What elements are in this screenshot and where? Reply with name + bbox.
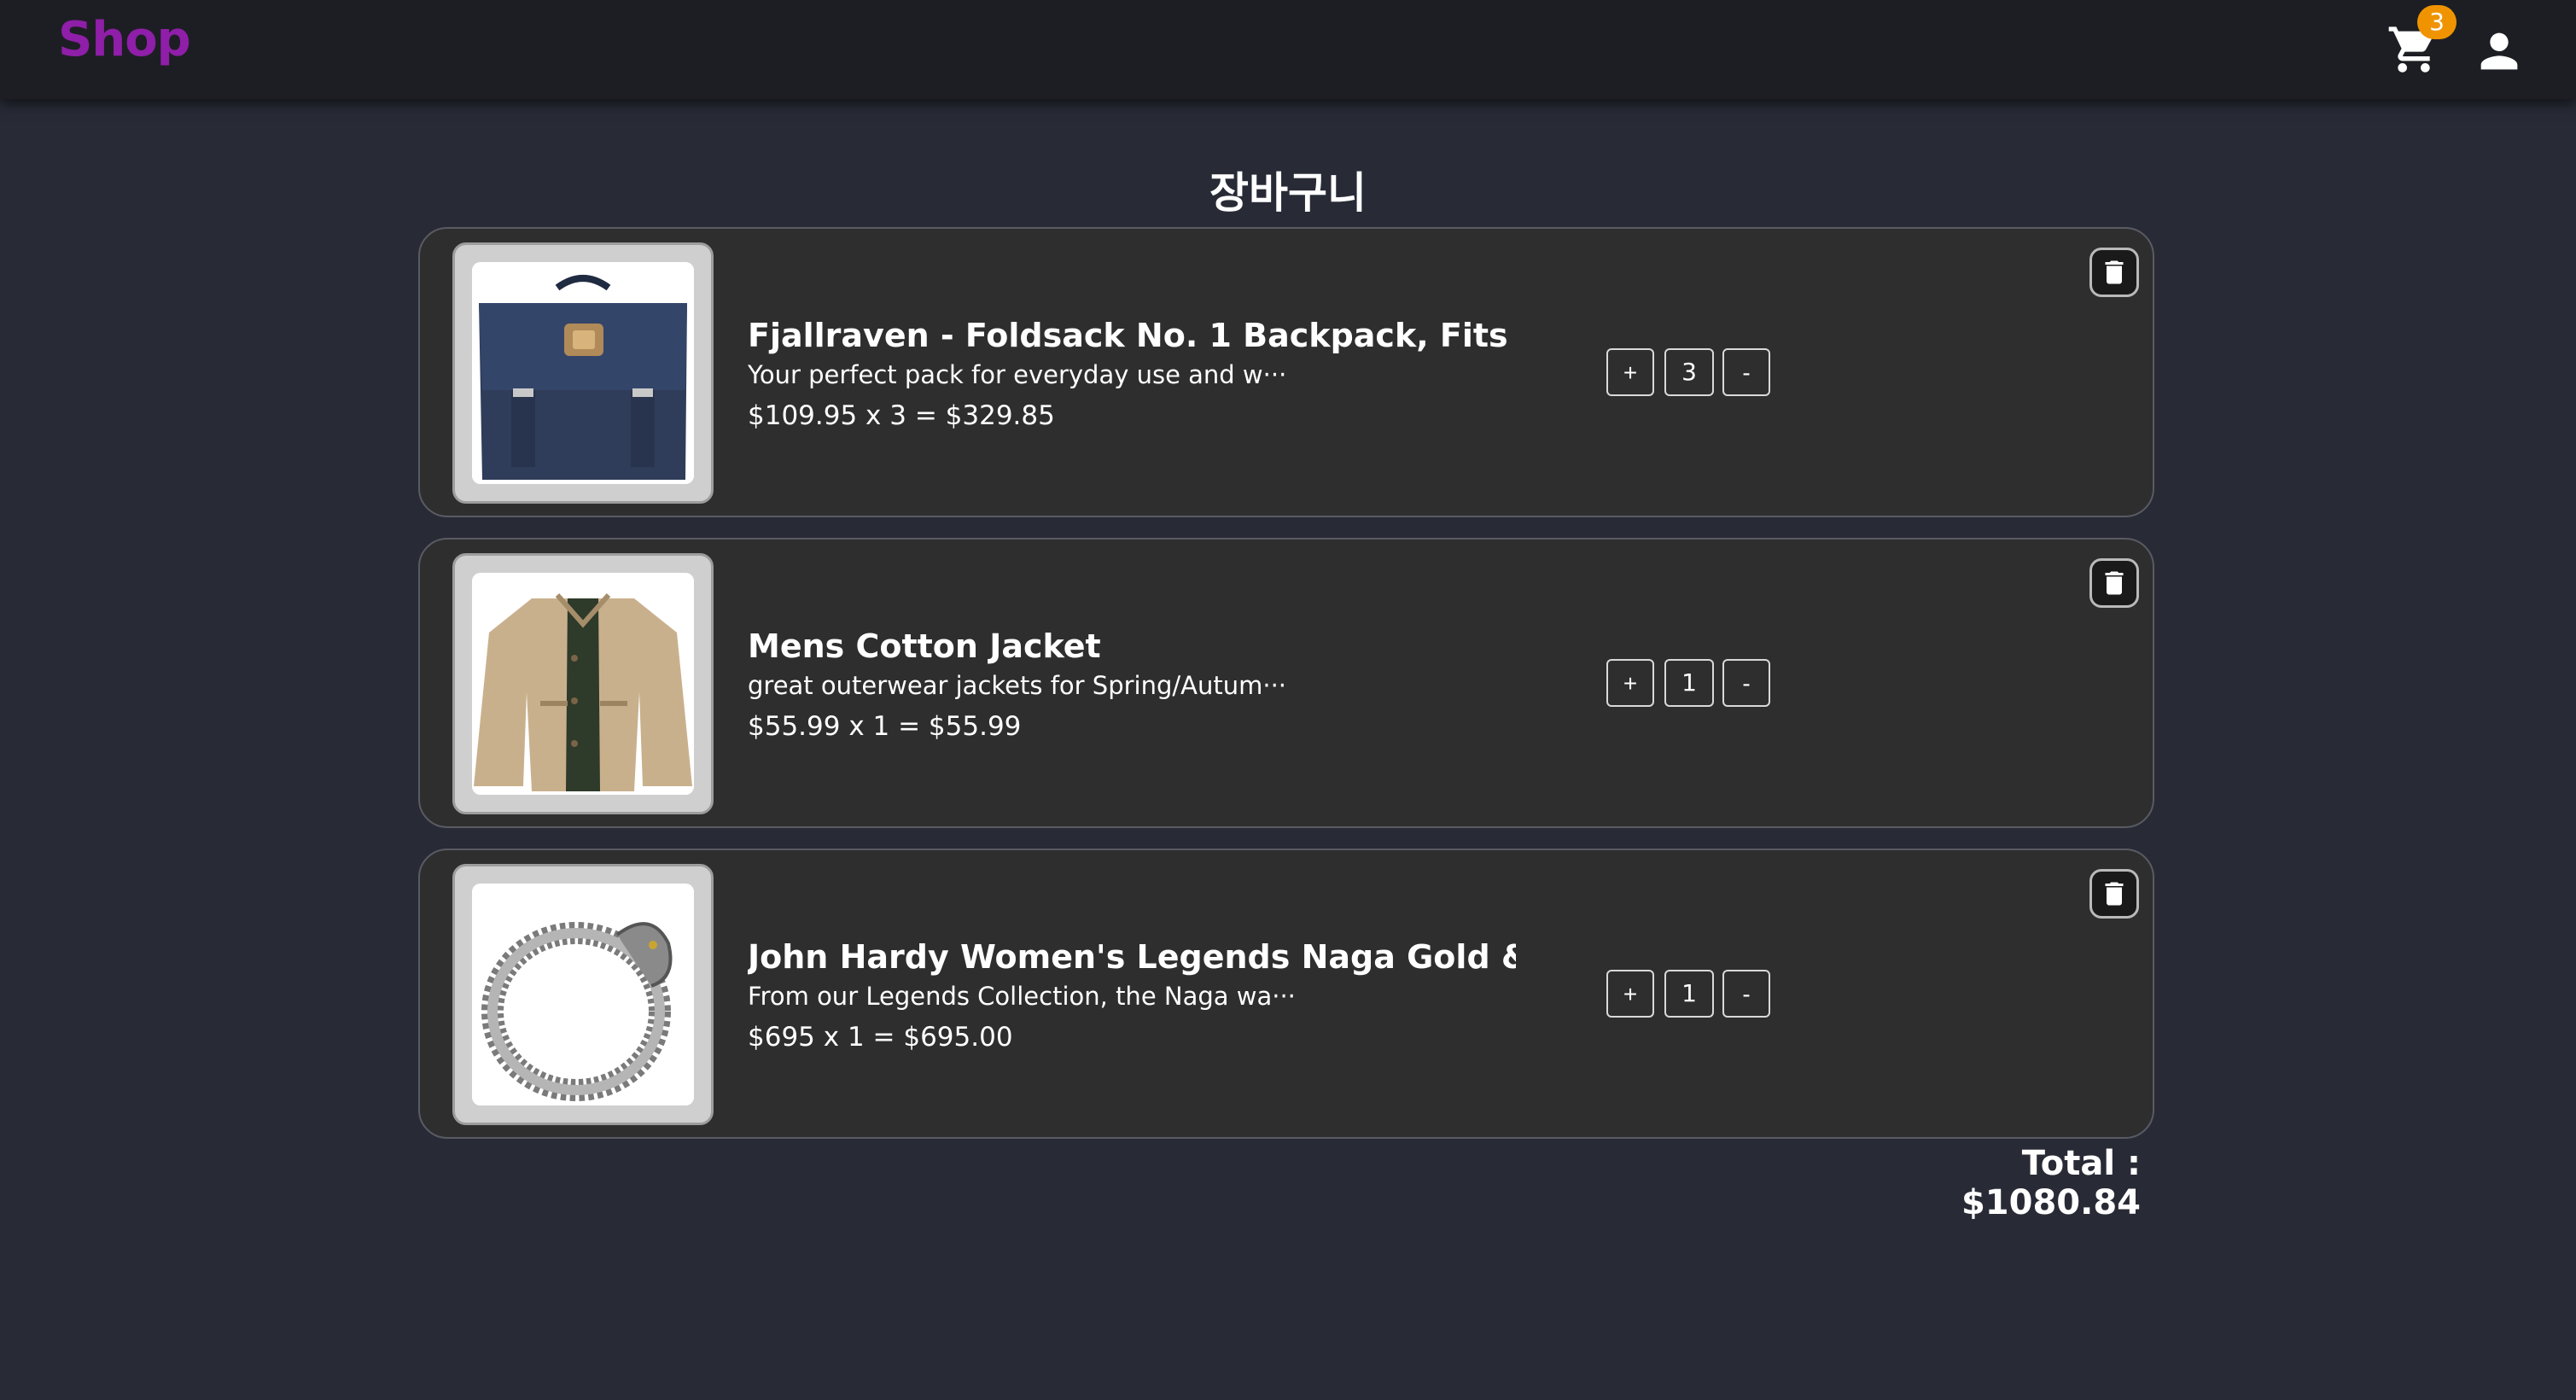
item-name[interactable]: John Hardy Women's Legends Naga Gold & S… (748, 936, 1516, 978)
trash-icon (2105, 571, 2124, 595)
item-price-line: $55.99 x 1 = $55.99 (748, 711, 1022, 742)
user-account-button[interactable] (2472, 24, 2526, 79)
brand-logo[interactable]: Shop (58, 12, 191, 67)
navbar: Shop 3 (0, 0, 2576, 99)
decrease-quantity-button[interactable]: - (1722, 970, 1770, 1018)
person-icon (2480, 32, 2518, 70)
item-info: Mens Cotton Jacket great outerwear jacke… (748, 625, 1516, 750)
item-price-line: $695 x 1 = $695.00 (748, 1022, 1013, 1053)
page-title: 장바구니 (1209, 168, 1367, 218)
jacket-image (472, 573, 694, 795)
increase-quantity-button[interactable]: + (1606, 348, 1654, 396)
cart-item: John Hardy Women's Legends Naga Gold & S… (418, 849, 2154, 1139)
item-description: Your perfect pack for everyday use and w… (748, 360, 1287, 389)
item-price-line: $109.95 x 3 = $329.85 (748, 400, 1055, 431)
item-description: great outerwear jackets for Spring/Autum… (748, 671, 1287, 700)
product-image-frame (452, 553, 714, 814)
bracelet-image (472, 884, 694, 1105)
increase-quantity-button[interactable]: + (1606, 970, 1654, 1018)
item-info: John Hardy Women's Legends Naga Gold & S… (748, 936, 1516, 1060)
product-image-frame (452, 864, 714, 1125)
backpack-image (472, 262, 694, 484)
decrease-quantity-button[interactable]: - (1722, 348, 1770, 396)
product-image-frame (452, 242, 714, 504)
delete-item-button[interactable] (2089, 869, 2139, 919)
cart-item: Fjallraven - Foldsack No. 1 Backpack, Fi… (418, 227, 2154, 517)
quantity-value: 1 (1664, 659, 1714, 707)
quantity-value: 1 (1664, 970, 1714, 1018)
decrease-quantity-button[interactable]: - (1722, 659, 1770, 707)
item-name[interactable]: Mens Cotton Jacket (748, 625, 1516, 668)
item-name[interactable]: Fjallraven - Foldsack No. 1 Backpack, Fi… (748, 314, 1516, 357)
cart-count-badge: 3 (2417, 5, 2457, 39)
quantity-value: 3 (1664, 348, 1714, 396)
delete-item-button[interactable] (2089, 248, 2139, 297)
trash-icon (2105, 882, 2124, 906)
cart-item: Mens Cotton Jacket great outerwear jacke… (418, 538, 2154, 828)
delete-item-button[interactable] (2089, 558, 2139, 608)
cart-total: Total : $1080.84 (1961, 1144, 2141, 1222)
trash-icon (2105, 260, 2124, 284)
item-description: From our Legends Collection, the Naga wa… (748, 982, 1296, 1011)
item-info: Fjallraven - Foldsack No. 1 Backpack, Fi… (748, 314, 1516, 439)
increase-quantity-button[interactable]: + (1606, 659, 1654, 707)
